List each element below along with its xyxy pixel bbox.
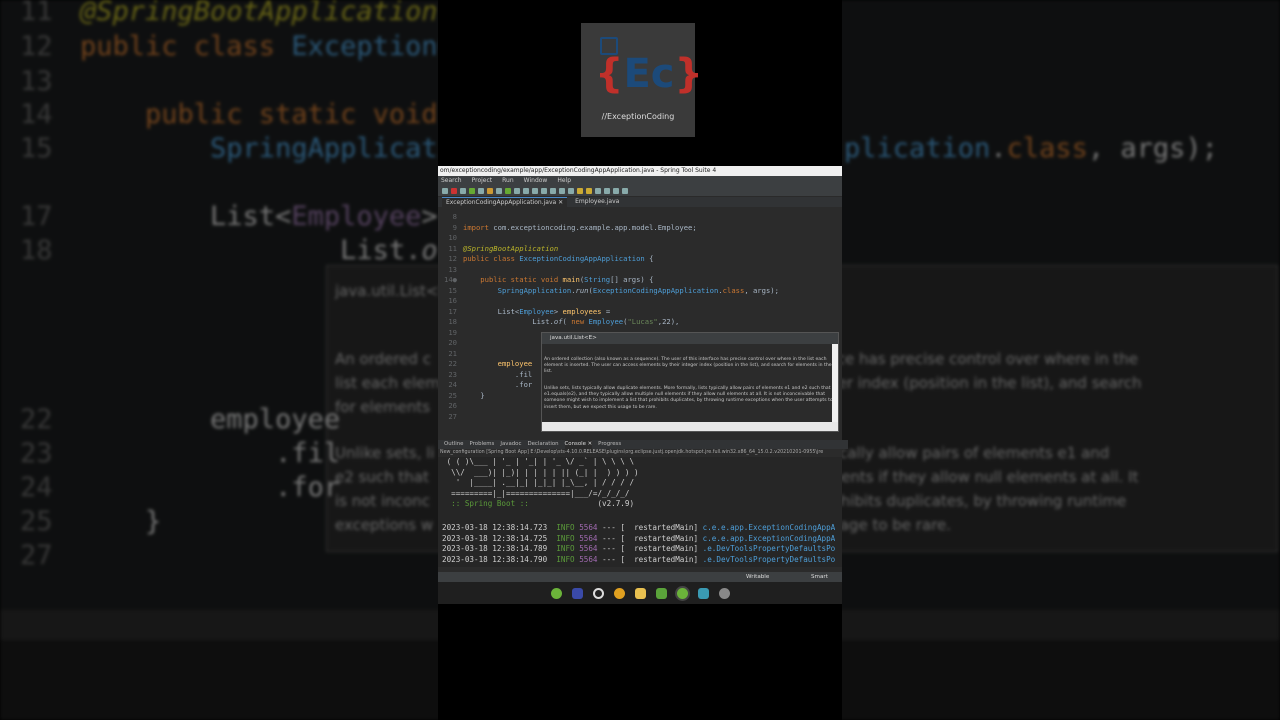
ide-taskbar-icon[interactable] (571, 587, 583, 599)
popup-scrollbar[interactable] (832, 344, 838, 422)
logo-tagline: //ExceptionCoding (601, 112, 675, 121)
tab-problems[interactable]: Problems (470, 440, 495, 449)
toolbar-icon[interactable] (550, 187, 556, 194)
code-line: 12 public class ExceptionCodingAppApplica… (448, 254, 654, 263)
exceptioncoding-logo: {Ec} //ExceptionCoding (581, 23, 703, 137)
toolbar-icon[interactable] (523, 187, 529, 194)
tab-javadoc[interactable]: Javadoc (500, 440, 521, 449)
logo-mark: {Ec} (595, 51, 704, 97)
bg-line: 24 .for (20, 472, 341, 503)
toolbar-icon[interactable] (577, 187, 583, 194)
toolbar-icon[interactable] (568, 187, 574, 194)
code-line: 16 (448, 296, 457, 305)
code-line: 9 import com.exceptioncoding.example.app.… (452, 222, 697, 232)
ide-window: om/exceptioncoding/example/app/Exception… (438, 166, 848, 604)
toolbar-icon[interactable] (532, 187, 538, 194)
editor-tabs: ExceptionCodingAppApplication.java ✕ Emp… (438, 197, 842, 207)
upload-taskbar-icon[interactable] (697, 587, 709, 599)
bg-line: 18 List.of (20, 235, 454, 266)
toolbar-icon[interactable] (469, 187, 475, 194)
bg-line: 25 } (20, 506, 162, 537)
code-line: 8 (452, 212, 457, 221)
bg-line: 22 employee (20, 404, 341, 435)
banner-line: =========|_|==============|___/=/_/_/_/ (442, 488, 630, 498)
popup-paragraph: An ordered collection (also known as a s… (544, 357, 832, 375)
folder-taskbar-icon[interactable] (634, 587, 646, 599)
toolbar-icon[interactable] (595, 187, 601, 194)
toolbar-icon[interactable] (496, 187, 502, 194)
log-line: 2023-03-18 12:38:14.723 INFO 5564 --- [ … (442, 523, 836, 532)
code-line: 11 @SpringBootApplication (448, 243, 559, 253)
toolbar-icon[interactable] (487, 187, 493, 194)
toolbar-icon[interactable] (622, 187, 628, 194)
log-line: 2023-03-18 12:38:14.725 INFO 5564 --- [ … (442, 533, 836, 543)
chrome-taskbar-icon[interactable] (613, 587, 625, 599)
code-line: 10 (448, 233, 457, 242)
bg-line: 11 @SpringBootApplication (20, 0, 438, 27)
code-editor[interactable]: 8 9 import com.exceptioncoding.example.ap… (438, 208, 842, 434)
popup-paragraph: Unlike sets, lists typically allow dupli… (544, 386, 833, 410)
code-line: 17 List<Employee> employees = (448, 306, 611, 316)
bg-line: 17 List<Employee> (20, 201, 438, 232)
code-line: 13 (448, 264, 457, 274)
menu-project[interactable]: Project (472, 176, 493, 185)
app-taskbar-icon[interactable] (655, 587, 667, 599)
status-writable: Writable (746, 574, 770, 580)
code-line: 14● public static void main(String[] arg… (444, 275, 654, 284)
toolbar-icon[interactable] (613, 187, 619, 194)
bg-line: 27 (20, 540, 53, 571)
tab-employee[interactable]: Employee.java (571, 197, 623, 207)
window-title: om/exceptioncoding/example/app/Exception… (438, 166, 842, 176)
menu-run[interactable]: Run (502, 176, 514, 185)
banner-line: \\/ ___)| |_)| | | | | || (_| | ) ) ) ) (442, 467, 639, 477)
sts-taskbar-icon[interactable] (550, 587, 562, 599)
menu-search[interactable]: Search (441, 176, 462, 185)
banner-line: ( ( )\___ | '_ | '_| | '_ \/ _` | \ \ \ … (442, 457, 635, 466)
toolbar (438, 185, 842, 197)
log-line: 2023-03-18 12:38:14.789 INFO 5564 --- [ … (442, 544, 836, 554)
settings-taskbar-icon[interactable] (718, 587, 730, 599)
banner-line: ' |____| .__|_| |_|_| |_\__, | / / / / (442, 478, 635, 488)
view-tabs: Outline Problems Javadoc Declaration Con… (438, 440, 848, 449)
console-launch-path: New_configuration [Spring Boot App] E:\D… (440, 450, 824, 455)
menu-bar: Search Project Run Window Help (438, 176, 842, 185)
popup-header: java.util.List<E> (542, 333, 838, 344)
toolbar-icon[interactable] (559, 187, 565, 194)
tab-exceptioncodingappapplication[interactable]: ExceptionCodingAppApplication.java ✕ (442, 197, 568, 207)
toolbar-icon[interactable] (604, 187, 610, 194)
tab-progress[interactable]: Progress (598, 440, 621, 449)
recorder-taskbar-icon[interactable] (592, 587, 604, 599)
toolbar-icon[interactable] (460, 187, 466, 194)
status-bar: Writable Smart Insert (438, 572, 842, 590)
bg-line: 23 .fil (20, 438, 341, 469)
toolbar-icon[interactable] (442, 187, 448, 194)
toolbar-icon[interactable] (451, 187, 457, 194)
javadoc-hover-popup[interactable]: java.util.List<E> An ordered collection … (541, 332, 839, 432)
toolbar-icon[interactable] (586, 187, 592, 194)
bg-line: 13 (20, 66, 53, 97)
toolbar-icon[interactable] (514, 187, 520, 194)
tab-console[interactable]: Console ✕ (564, 440, 593, 449)
toolbar-icon[interactable] (478, 187, 484, 194)
tab-outline[interactable]: Outline (444, 440, 464, 449)
tab-declaration[interactable]: Declaration (527, 440, 558, 449)
windows-taskbar (438, 582, 842, 604)
code-line: 18 List.of( new Employee("Lucas",22), (448, 317, 680, 326)
console-output[interactable]: ( ( )\___ | '_ | '_| | '_ \/ _` | \ \ \ … (438, 457, 842, 567)
menu-window[interactable]: Window (524, 176, 548, 185)
popup-horizontal-scrollbar[interactable] (542, 422, 838, 431)
toolbar-icon[interactable] (505, 187, 511, 194)
toolbar-icon[interactable] (541, 187, 547, 194)
code-line: 15 SpringApplication.run(ExceptionCoding… (448, 285, 779, 295)
log-line: 2023-03-18 12:38:14.790 INFO 5564 --- [ … (442, 554, 836, 564)
sts-active-taskbar-icon[interactable] (676, 587, 688, 599)
spring-boot-version-line: :: Spring Boot :: (v2.7.9) (442, 499, 635, 509)
menu-help[interactable]: Help (557, 176, 571, 185)
